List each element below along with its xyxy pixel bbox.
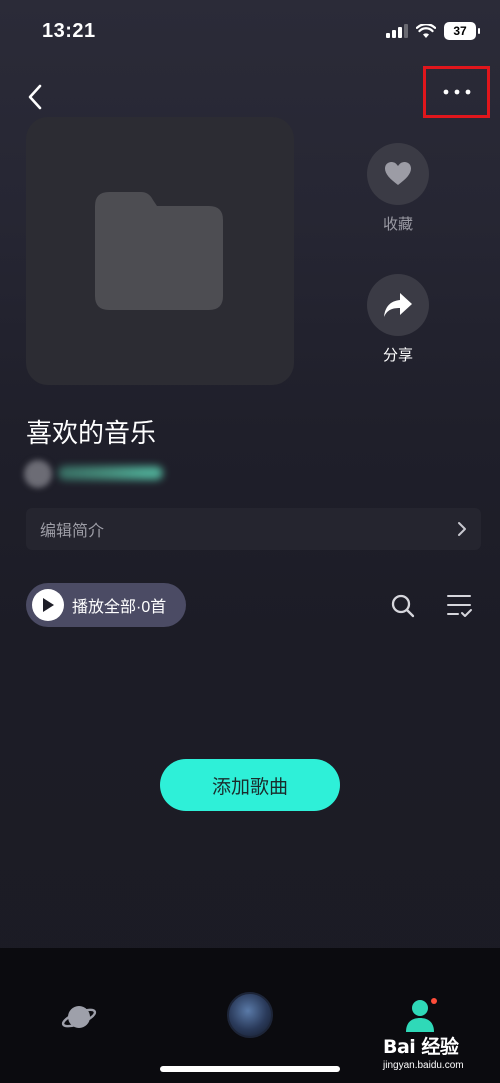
play-icon-circle: [32, 589, 64, 621]
owner-name-blurred[interactable]: [58, 466, 163, 480]
playlist-title: 喜欢的音乐: [26, 418, 157, 448]
owner-avatar[interactable]: [24, 460, 52, 488]
search-icon: [391, 594, 415, 618]
watermark-main: Bai 经验: [383, 1036, 459, 1058]
back-button[interactable]: [20, 80, 50, 114]
wifi-icon: [416, 23, 436, 38]
favorite-label: 收藏: [382, 216, 413, 233]
share-label: 分享: [382, 347, 413, 364]
planet-icon: [61, 1006, 97, 1028]
cellular-signal-icon: [386, 24, 408, 38]
ellipsis-icon: [443, 89, 470, 95]
home-indicator: [160, 1066, 340, 1072]
watermark-sub: jingyan.baidu.com: [383, 1060, 464, 1071]
battery-indicator: 37: [444, 22, 480, 40]
now-playing-avatar[interactable]: [227, 992, 273, 1038]
profile-icon: [406, 998, 437, 1032]
status-bar: 13:21 37: [0, 0, 500, 64]
heart-icon: [385, 162, 411, 185]
tab-profile[interactable]: [404, 996, 440, 1036]
share-button[interactable]: [367, 274, 429, 336]
search-button[interactable]: [390, 593, 416, 619]
edit-description-label: 编辑简介: [40, 523, 105, 540]
play-all-button[interactable]: 播放全部·0首: [26, 583, 186, 627]
play-all-label: 播放全部·0首: [72, 599, 167, 616]
favorite-action[interactable]: 收藏: [367, 143, 429, 234]
status-time: 13:21: [42, 20, 96, 42]
share-action[interactable]: 分享: [367, 274, 429, 365]
more-options-button[interactable]: [423, 66, 490, 118]
sort-button[interactable]: [445, 592, 473, 620]
edit-description-bar[interactable]: 编辑简介: [26, 508, 481, 550]
playlist-cover[interactable]: [26, 117, 294, 385]
favorite-button[interactable]: [367, 143, 429, 205]
tab-discover[interactable]: [60, 998, 98, 1036]
add-song-button[interactable]: 添加歌曲: [160, 759, 340, 811]
folder-icon: [95, 192, 223, 310]
sort-list-icon: [447, 595, 472, 617]
share-arrow-icon: [384, 293, 412, 317]
status-icons: 37: [386, 22, 480, 40]
play-icon: [43, 598, 54, 612]
owner-row[interactable]: [24, 458, 174, 490]
watermark: Bai 经验 jingyan.baidu.com: [383, 1032, 495, 1080]
chevron-right-icon: [458, 522, 466, 536]
chevron-left-icon: [28, 84, 42, 110]
